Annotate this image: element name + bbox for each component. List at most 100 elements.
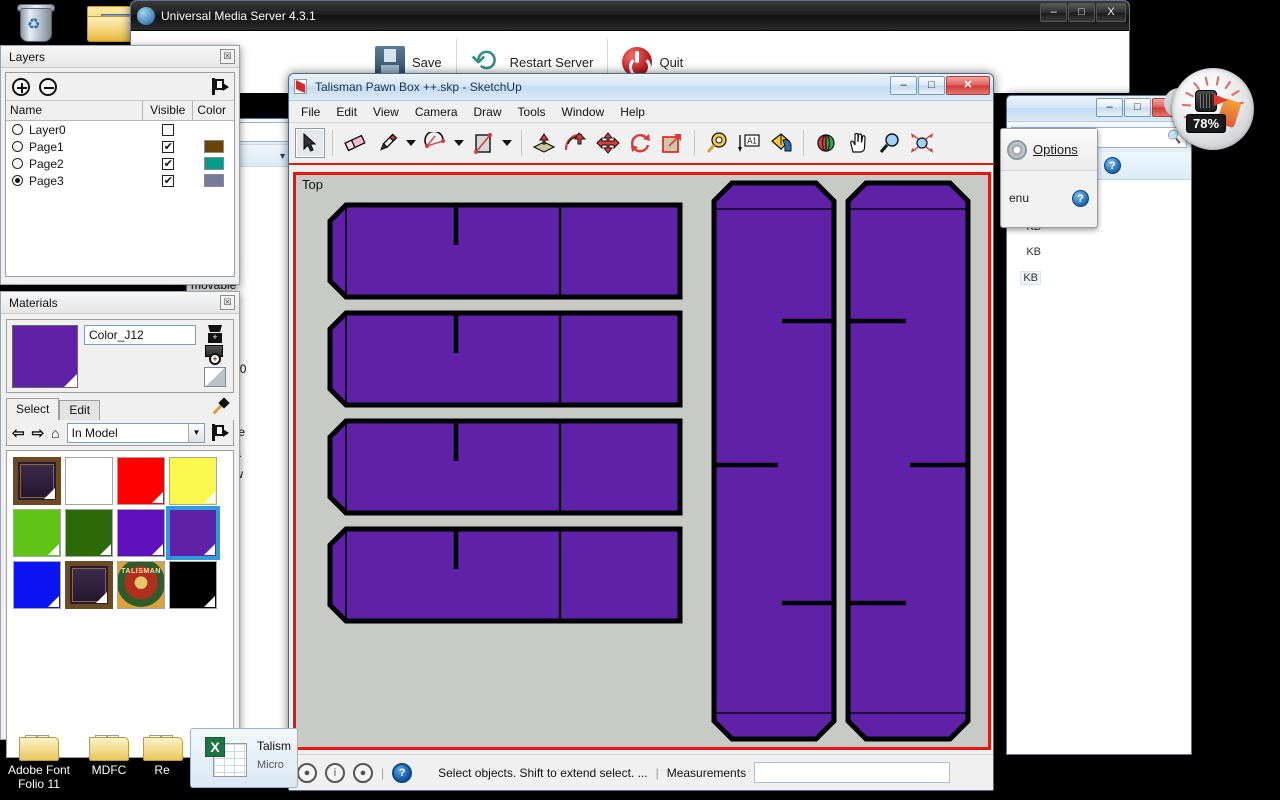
arc-tool-dropdown[interactable] — [452, 129, 466, 157]
layer-color-swatch[interactable] — [203, 174, 224, 187]
orbit-tool-button[interactable] — [811, 128, 841, 158]
ums-minimize-button[interactable]: – — [1040, 3, 1067, 22]
material-swatch-violet[interactable] — [117, 509, 165, 557]
home-icon[interactable]: ⌂ — [51, 425, 59, 441]
material-swatch-light-green[interactable] — [13, 509, 61, 557]
cpu-meter-gadget[interactable]: 78% — [1161, 62, 1260, 158]
select-tool-button[interactable] — [295, 128, 325, 158]
materials-panel-titlebar[interactable]: Materials ☒ — [1, 292, 239, 314]
rotate-tool-button[interactable] — [625, 128, 655, 158]
info-icon[interactable]: i — [325, 762, 345, 783]
material-swatch-talisman-box-art[interactable]: TALISMAN — [117, 561, 165, 609]
chevron-down-icon[interactable]: ▼ — [278, 151, 287, 161]
zoom-tool-button[interactable] — [875, 128, 905, 158]
layer-row[interactable]: Page1 ✔ — [6, 138, 234, 155]
ums-close-button[interactable]: X — [1096, 3, 1126, 22]
tab-edit[interactable]: Edit — [59, 400, 101, 420]
sketchup-menubar[interactable]: File Edit View Camera Draw Tools Window Help — [289, 101, 993, 123]
layer-color-swatch[interactable] — [203, 140, 224, 153]
model-face[interactable] — [327, 526, 683, 624]
materials-panel[interactable]: Materials ☒ Color_J12 + + Select Edit ⇦ … — [0, 291, 240, 758]
model-geometry[interactable] — [296, 175, 988, 747]
menu-help[interactable]: Help — [612, 103, 653, 121]
forward-arrow-icon[interactable]: ⇨ — [32, 424, 45, 442]
current-material-preview[interactable] — [12, 325, 78, 388]
arc-tool-button[interactable] — [420, 128, 450, 158]
layer-row[interactable]: Layer0 — [6, 121, 234, 138]
sketchup-titlebar[interactable]: Talisman Pawn Box ++.skp - SketchUp – □ … — [289, 74, 993, 101]
menu-edit[interactable]: Edit — [328, 103, 365, 121]
model-face[interactable] — [327, 310, 683, 408]
file-size-cell[interactable]: KB — [1026, 246, 1041, 258]
ums-maximize-button[interactable]: □ — [1068, 3, 1095, 22]
explorer-right-file-list[interactable]: KBKBKBKB — [1007, 180, 1191, 754]
layers-toolbar[interactable] — [6, 73, 234, 101]
taskbar-item-mdfc[interactable]: MDFC — [78, 733, 140, 777]
menu-camera[interactable]: Camera — [407, 103, 466, 121]
layer-active-radio[interactable] — [12, 124, 23, 135]
material-swatch-color-j12-purple[interactable] — [166, 506, 220, 560]
eraser-tool-button[interactable] — [340, 128, 370, 158]
display-swatch-icon[interactable] — [204, 366, 226, 387]
sketchup-minimize-button[interactable]: – — [890, 76, 917, 95]
explorer-right-maximize-button[interactable]: □ — [1124, 98, 1151, 117]
material-name-input[interactable]: Color_J12 — [84, 325, 196, 345]
paint-bucket-tool-button[interactable] — [766, 128, 796, 158]
material-library-select[interactable]: In Model ▼ — [66, 422, 205, 443]
menu-draw[interactable]: Draw — [466, 103, 510, 121]
materials-swatch-grid[interactable]: TALISMAN — [13, 457, 229, 609]
layer-visible-checkbox[interactable]: ✔ — [162, 140, 175, 153]
layer-row[interactable]: Page2 ✔ — [6, 155, 234, 172]
model-materials-icon[interactable]: + — [205, 345, 225, 366]
create-material-icon[interactable]: + — [206, 325, 224, 343]
material-swatch-red[interactable] — [117, 457, 165, 505]
close-icon[interactable]: ☒ — [220, 49, 235, 64]
ums-titlebar[interactable]: Universal Media Server 4.3.1 – □ X — [131, 1, 1129, 31]
materials-tabs[interactable]: Select Edit — [6, 397, 234, 420]
tape-measure-tool-button[interactable] — [702, 128, 732, 158]
rectangle-tool-dropdown[interactable] — [500, 129, 514, 157]
model-face[interactable] — [845, 180, 971, 742]
menu-view[interactable]: View — [365, 103, 407, 121]
ums-window-buttons[interactable]: – □ X — [1040, 3, 1126, 22]
back-arrow-icon[interactable]: ⇦ — [12, 424, 25, 442]
sketchup-window[interactable]: Talisman Pawn Box ++.skp - SketchUp – □ … — [288, 73, 994, 791]
help-icon[interactable]: ? — [392, 762, 413, 783]
close-icon[interactable]: ☒ — [220, 295, 235, 310]
eyedropper-icon[interactable] — [210, 397, 230, 418]
materials-navigation[interactable]: ⇦ ⇨ ⌂ In Model ▼ — [6, 420, 234, 446]
material-swatch-blue[interactable] — [13, 561, 61, 609]
geo-location-icon[interactable]: ● — [297, 762, 317, 783]
help-icon[interactable]: ? — [1103, 157, 1121, 174]
help-icon[interactable]: ? — [1072, 189, 1089, 207]
measurements-input[interactable] — [754, 762, 951, 783]
taskbar-item-adobe-font-folio[interactable]: Adobe Font Folio 11 — [6, 733, 72, 791]
model-face[interactable] — [327, 202, 683, 300]
menu-file[interactable]: File — [293, 103, 328, 121]
sketchup-drawing-canvas[interactable]: Top — [293, 172, 991, 750]
chevron-down-icon[interactable]: ▼ — [188, 423, 204, 442]
move-tool-button[interactable] — [593, 128, 623, 158]
material-swatch-dark-green[interactable] — [65, 509, 113, 557]
layer-options-icon[interactable] — [212, 78, 229, 95]
material-swatch-black[interactable] — [169, 561, 217, 609]
layer-visible-checkbox[interactable]: ✔ — [162, 174, 175, 187]
materials-options-icon[interactable] — [212, 424, 229, 441]
account-icon[interactable]: ● — [353, 762, 373, 783]
layer-active-radio[interactable] — [12, 175, 23, 186]
material-swatch-wood-frame-texture[interactable] — [13, 457, 61, 505]
sketchup-maximize-button[interactable]: □ — [918, 76, 945, 95]
layers-panel[interactable]: Layers ☒ Name Visible Color Layer0 Page1 ✔… — [0, 45, 240, 285]
menu-tools[interactable]: Tools — [510, 103, 554, 121]
model-face[interactable] — [327, 418, 683, 516]
add-layer-button[interactable] — [12, 77, 30, 96]
layer-row[interactable]: Page3 ✔ — [6, 172, 234, 189]
sketchup-close-button[interactable]: ✕ — [946, 76, 990, 95]
layer-active-radio[interactable] — [12, 158, 23, 169]
line-tool-button[interactable] — [372, 128, 402, 158]
material-swatch-yellow[interactable] — [169, 457, 217, 505]
layer-visible-checkbox[interactable] — [162, 123, 175, 136]
zoom-extents-tool-button[interactable] — [907, 128, 937, 158]
sketchup-toolbar[interactable]: A1 — [289, 123, 993, 165]
pan-tool-button[interactable] — [843, 128, 873, 158]
